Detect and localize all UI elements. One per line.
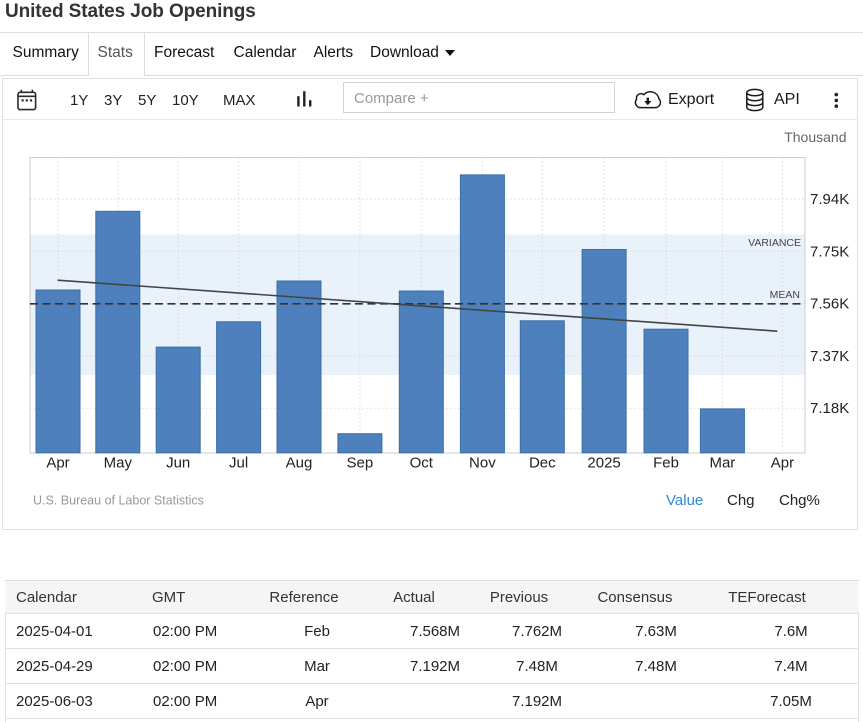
svg-text:May: May [104, 454, 133, 471]
svg-text:Jun: Jun [166, 454, 190, 471]
svg-text:Thousand: Thousand [784, 129, 846, 145]
svg-text:MEAN: MEAN [770, 289, 800, 301]
svg-text:Apr: Apr [46, 454, 69, 471]
svg-text:Sep: Sep [347, 454, 374, 471]
svg-text:U.S. Bureau of Labor Statistic: U.S. Bureau of Labor Statistics [33, 494, 204, 508]
svg-text:7.18K: 7.18K [810, 400, 849, 417]
svg-text:Jul: Jul [229, 454, 248, 471]
svg-text:Mar: Mar [709, 454, 735, 471]
svg-text:Chg: Chg [727, 492, 755, 509]
svg-text:Apr: Apr [771, 454, 794, 471]
svg-text:7.56K: 7.56K [810, 296, 849, 313]
svg-text:Feb: Feb [653, 454, 679, 471]
svg-text:7.37K: 7.37K [810, 348, 849, 365]
svg-text:Aug: Aug [286, 454, 313, 471]
svg-text:Dec: Dec [529, 454, 556, 471]
svg-text:VARIANCE: VARIANCE [748, 237, 801, 249]
svg-text:Nov: Nov [469, 454, 496, 471]
svg-text:7.94K: 7.94K [810, 191, 849, 208]
svg-text:Oct: Oct [410, 454, 434, 471]
svg-text:Value: Value [666, 492, 703, 509]
svg-text:Chg%: Chg% [779, 492, 820, 509]
svg-text:7.75K: 7.75K [810, 243, 849, 260]
svg-text:2025: 2025 [587, 454, 620, 471]
